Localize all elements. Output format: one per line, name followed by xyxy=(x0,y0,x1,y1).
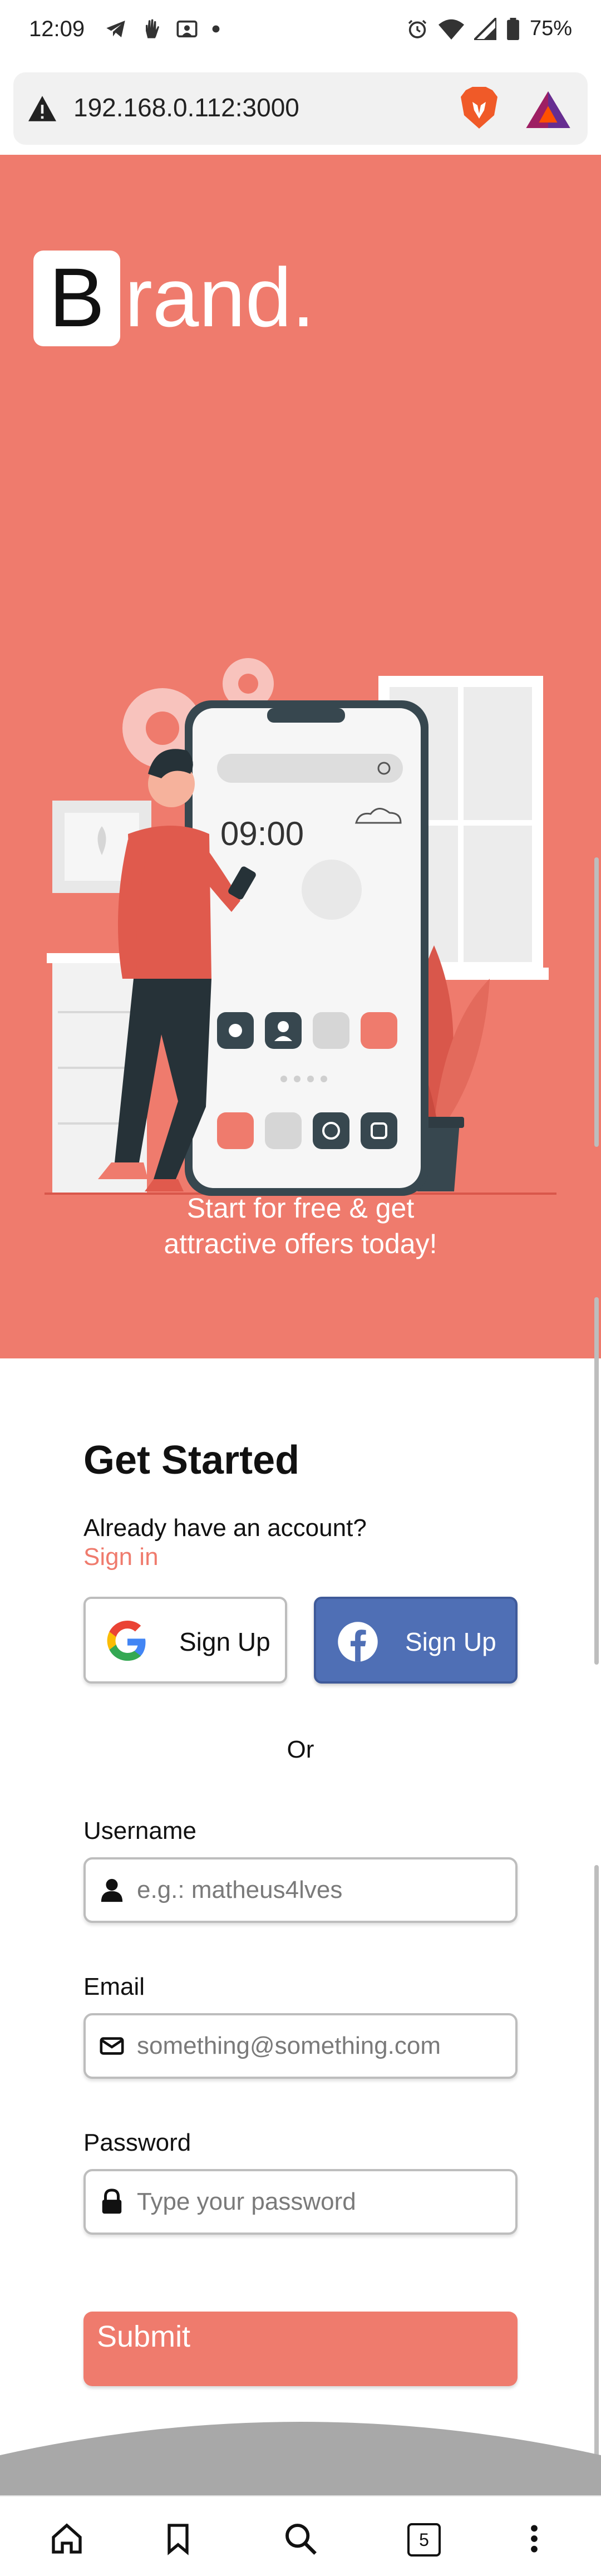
password-label: Password xyxy=(83,2129,191,2156)
telegram-icon xyxy=(106,21,125,37)
envelope-icon xyxy=(100,2037,124,2055)
hero-section: B rand. 09:00 Start for free & get attra… xyxy=(0,155,601,1358)
google-icon xyxy=(107,1620,146,1661)
facebook-signup-button[interactable]: Sign Up xyxy=(314,1597,518,1684)
password-input[interactable] xyxy=(137,2182,504,2221)
battery-percent: 75% xyxy=(529,17,572,40)
google-signup-label: Sign Up xyxy=(179,1627,270,1656)
bat-rewards-icon[interactable] xyxy=(525,91,571,128)
alarm-icon xyxy=(408,19,427,38)
hero-tagline: Start for free & get attractive offers t… xyxy=(0,1190,601,1262)
hero-tagline-line1: Start for free & get xyxy=(186,1193,415,1224)
hand-icon xyxy=(146,19,159,38)
bookmark-icon[interactable] xyxy=(160,2521,196,2557)
username-field[interactable] xyxy=(83,1857,518,1923)
already-account-text: Already have an account? xyxy=(83,1514,367,1542)
wifi-icon xyxy=(438,19,464,40)
more-icon[interactable] xyxy=(516,2521,552,2557)
facebook-signup-label: Sign Up xyxy=(405,1627,496,1656)
battery-icon xyxy=(507,17,519,40)
browser-bottom-nav: 5 xyxy=(0,2495,601,2576)
email-input[interactable] xyxy=(137,2027,504,2065)
sign-in-link[interactable]: Sign in xyxy=(83,1543,159,1571)
submit-label: Submit xyxy=(97,2320,191,2353)
brand-logo-text: rand. xyxy=(125,251,315,344)
tab-count: 5 xyxy=(407,2523,441,2557)
status-time: 12:09 xyxy=(29,17,85,41)
hero-illustration: 09:00 xyxy=(45,658,556,1196)
email-field[interactable] xyxy=(83,2013,518,2079)
url-text[interactable]: 192.168.0.112:3000 xyxy=(73,92,299,122)
page-title: Get Started xyxy=(83,1438,300,1483)
submit-button[interactable]: Submit xyxy=(83,2312,518,2386)
status-bar: 12:09 75% xyxy=(0,0,601,62)
lock-icon xyxy=(102,2189,122,2214)
footer-wave xyxy=(0,2422,601,2500)
dot-icon xyxy=(212,25,220,33)
scrollbar[interactable] xyxy=(594,857,599,1147)
scrollbar-track-lower xyxy=(594,1865,599,2489)
facebook-icon xyxy=(338,1622,378,1662)
url-bar[interactable]: 192.168.0.112:3000 xyxy=(13,72,588,145)
cast-icon xyxy=(176,20,198,38)
status-system-icons: 75% xyxy=(406,17,572,41)
signal-icon xyxy=(474,17,496,40)
username-input[interactable] xyxy=(137,1871,504,1910)
password-field[interactable] xyxy=(83,2169,518,2235)
brand-logo-letter: B xyxy=(48,251,105,344)
scrollbar-track-upper xyxy=(594,1297,599,1665)
hero-tagline-line2: attractive offers today! xyxy=(164,1228,437,1259)
username-label: Username xyxy=(83,1817,196,1844)
brave-lion-icon[interactable] xyxy=(459,87,500,130)
google-signup-button[interactable]: Sign Up xyxy=(83,1597,287,1684)
email-label: Email xyxy=(83,1973,145,2000)
phone-illustration: 09:00 xyxy=(185,700,428,1196)
warning-icon[interactable] xyxy=(27,95,58,122)
or-divider: Or xyxy=(287,1736,314,1763)
phone-clock: 09:00 xyxy=(220,815,304,852)
status-notification-icons xyxy=(104,17,220,41)
search-icon[interactable] xyxy=(283,2521,318,2557)
home-icon[interactable] xyxy=(49,2521,85,2557)
tabs-icon[interactable]: 5 xyxy=(405,2521,441,2557)
user-icon xyxy=(101,1878,123,1902)
